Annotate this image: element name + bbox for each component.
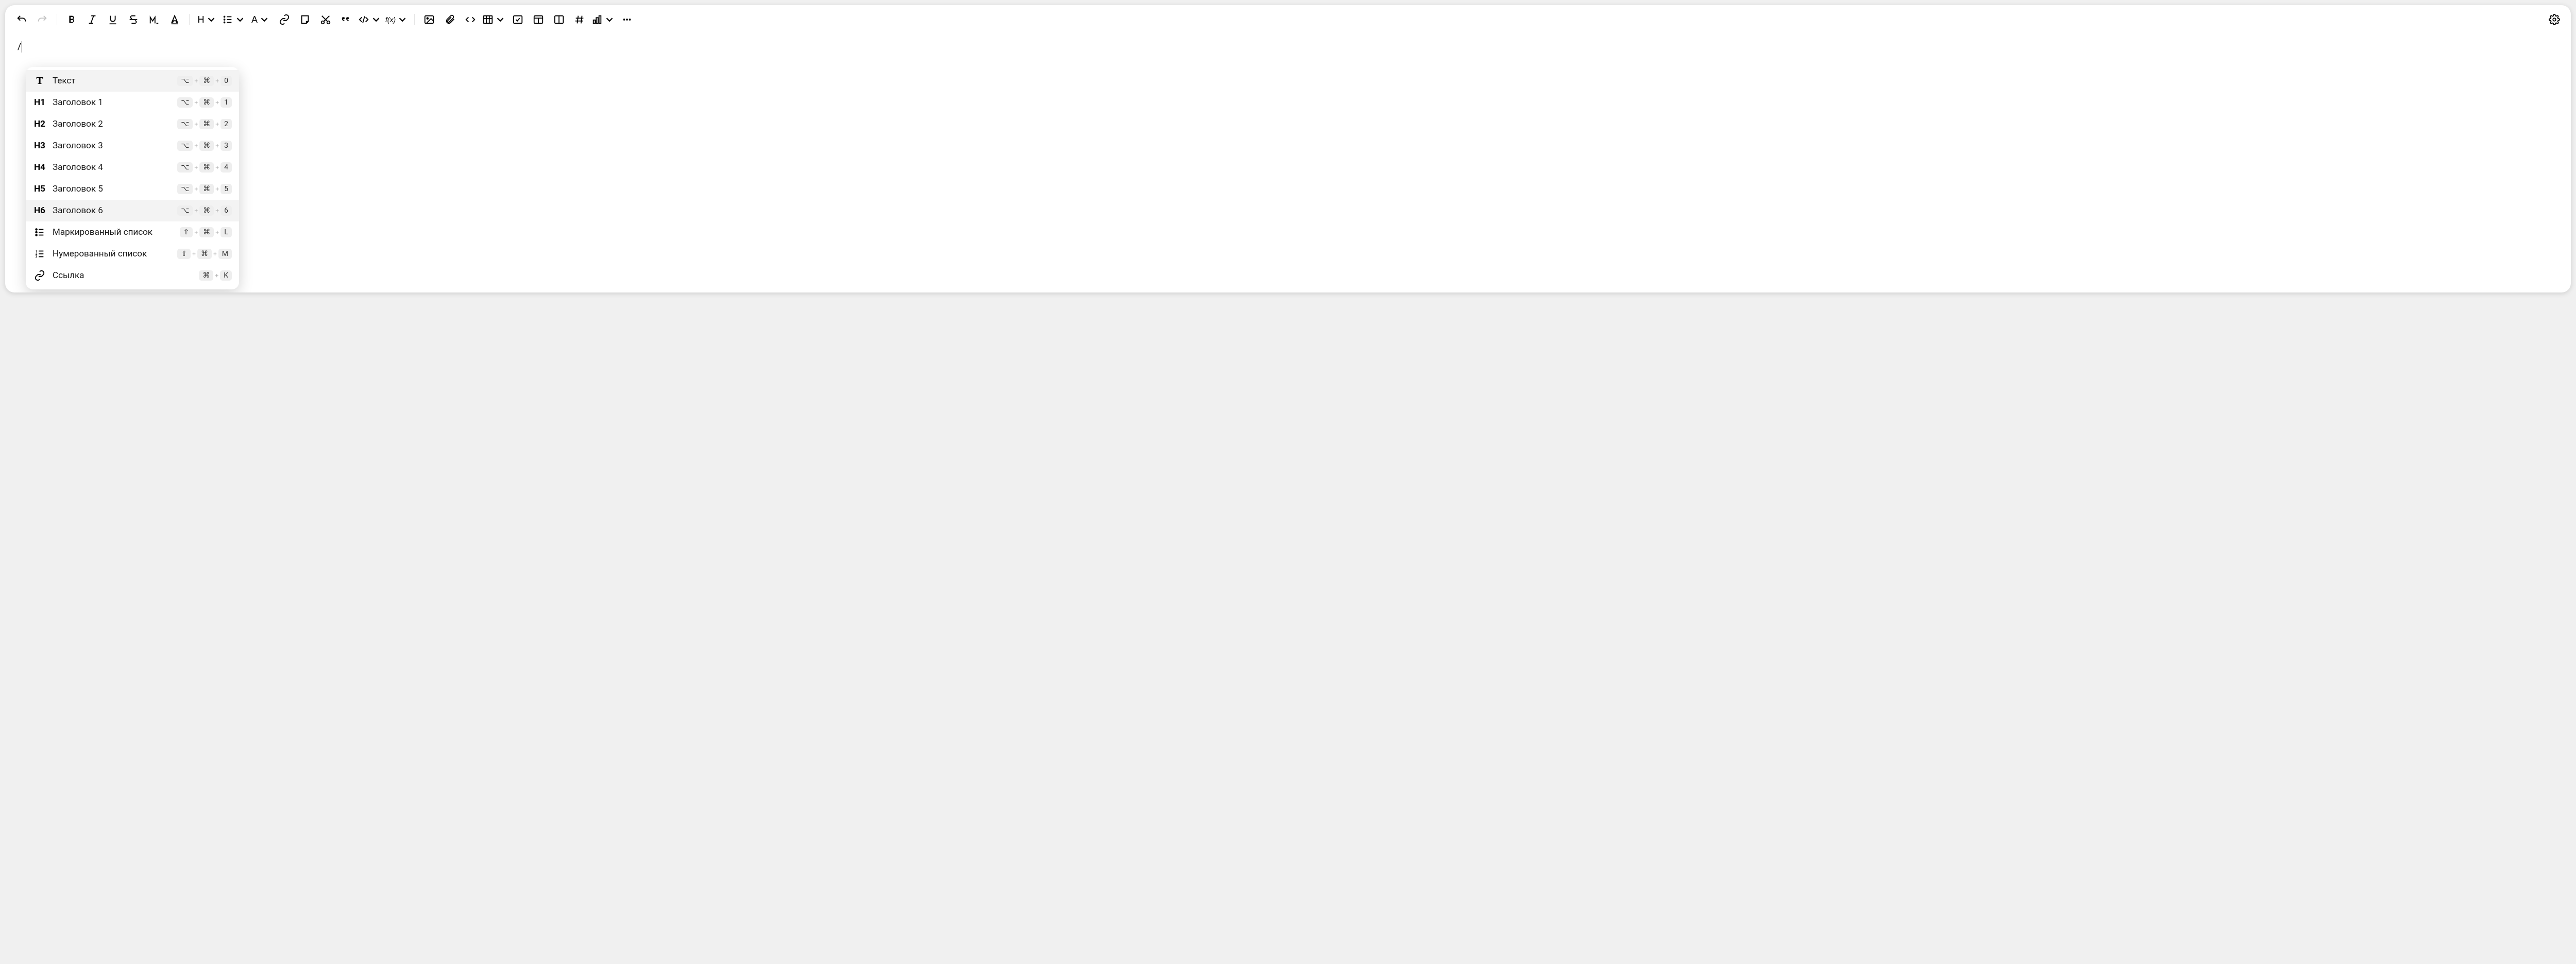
menu-item-label: Маркированный список — [53, 227, 174, 237]
mono-button[interactable] — [145, 10, 163, 29]
menu-item-icon: H5 — [33, 182, 46, 196]
link-button[interactable] — [275, 10, 294, 29]
editor-text: / — [18, 41, 21, 52]
menu-item-2[interactable]: H2 Заголовок 2 ⌥+⌘+2 — [26, 113, 239, 135]
menu-item-5[interactable]: H5 Заголовок 5 ⌥+⌘+5 — [26, 178, 239, 200]
menu-item-1[interactable]: H1 Заголовок 1 ⌥+⌘+1 — [26, 92, 239, 113]
menu-item-label: Заголовок 3 — [53, 141, 171, 151]
toolbar: H A f(x) — [5, 5, 2571, 34]
menu-item-icon: H2 — [33, 117, 46, 131]
list-dropdown[interactable] — [222, 10, 246, 29]
mark-button[interactable] — [165, 10, 184, 29]
menu-item-label: Заголовок 4 — [53, 162, 171, 173]
settings-button[interactable] — [2545, 10, 2564, 29]
code-dropdown[interactable] — [358, 10, 382, 29]
menu-item-icon: H1 — [33, 96, 46, 109]
menu-item-shortcut: ⌥+⌘+2 — [177, 119, 232, 129]
italic-button[interactable] — [83, 10, 101, 29]
embed-button[interactable] — [461, 10, 480, 29]
heading-dropdown[interactable]: H — [195, 10, 219, 29]
anchor-button[interactable] — [570, 10, 589, 29]
menu-item-7[interactable]: Маркированный список ⇧+⌘+L — [26, 221, 239, 243]
redo-button[interactable] — [33, 10, 52, 29]
menu-item-8[interactable]: 123 Нумерованный список ⇧+⌘+M — [26, 243, 239, 265]
color-dropdown[interactable]: A — [248, 10, 273, 29]
menu-item-icon: H6 — [33, 204, 46, 217]
menu-item-6[interactable]: H6 Заголовок 6 ⌥+⌘+6 — [26, 200, 239, 221]
quote-button[interactable] — [337, 10, 355, 29]
menu-item-label: Ссылка — [53, 270, 193, 281]
editor-content[interactable]: / — [5, 34, 2571, 59]
menu-item-shortcut: ⇧+⌘+M — [177, 249, 232, 259]
separator — [414, 14, 415, 25]
menu-item-shortcut: ⌥+⌘+3 — [177, 141, 232, 151]
slash-command-menu: T Текст ⌥+⌘+0 H1 Заголовок 1 ⌥+⌘+1 H2 Заголовок… — [26, 67, 239, 289]
attach-button[interactable] — [440, 10, 459, 29]
editor-container: H A f(x) / T Текст ⌥+⌘+0 H1 Заголовок 1 ⌥+⌘+1… — [5, 5, 2571, 292]
menu-item-label: Заголовок 5 — [53, 184, 171, 194]
menu-item-shortcut: ⌥+⌘+1 — [177, 97, 232, 108]
strike-button[interactable] — [124, 10, 143, 29]
checkbox-button[interactable] — [509, 10, 527, 29]
separator — [189, 14, 190, 25]
menu-item-4[interactable]: H4 Заголовок 4 ⌥+⌘+4 — [26, 157, 239, 178]
table-dropdown[interactable] — [482, 10, 506, 29]
menu-item-0[interactable]: T Текст ⌥+⌘+0 — [26, 70, 239, 92]
menu-item-label: Текст — [53, 76, 171, 86]
menu-item-3[interactable]: H3 Заголовок 3 ⌥+⌘+3 — [26, 135, 239, 157]
menu-item-icon — [33, 226, 46, 239]
layout-button[interactable] — [529, 10, 548, 29]
menu-item-shortcut: ⌥+⌘+4 — [177, 162, 232, 173]
menu-item-label: Нумерованный список — [53, 249, 171, 259]
svg-text:3: 3 — [36, 254, 38, 259]
menu-item-shortcut: ⇧+⌘+L — [180, 227, 232, 237]
menu-item-icon: H3 — [33, 139, 46, 152]
menu-item-shortcut: ⌘+K — [199, 270, 232, 281]
menu-item-label: Заголовок 2 — [53, 119, 171, 129]
menu-item-9[interactable]: Ссылка ⌘+K — [26, 265, 239, 286]
menu-item-shortcut: ⌥+⌘+5 — [177, 184, 232, 194]
note-button[interactable] — [296, 10, 314, 29]
menu-item-shortcut: ⌥+⌘+0 — [177, 76, 232, 86]
chart-dropdown[interactable] — [591, 10, 616, 29]
fx-dropdown[interactable]: f(x) — [384, 10, 409, 29]
undo-button[interactable] — [12, 10, 31, 29]
image-button[interactable] — [420, 10, 438, 29]
menu-item-icon: H4 — [33, 161, 46, 174]
menu-item-icon: 123 — [33, 247, 46, 261]
more-button[interactable] — [618, 10, 636, 29]
bold-button[interactable] — [62, 10, 81, 29]
menu-item-label: Заголовок 1 — [53, 97, 171, 108]
underline-button[interactable] — [104, 10, 122, 29]
cut-button[interactable] — [316, 10, 335, 29]
menu-item-icon: T — [33, 74, 46, 88]
menu-item-label: Заголовок 6 — [53, 205, 171, 216]
menu-item-icon — [33, 269, 46, 282]
menu-item-shortcut: ⌥+⌘+6 — [177, 205, 232, 216]
columns-button[interactable] — [550, 10, 568, 29]
